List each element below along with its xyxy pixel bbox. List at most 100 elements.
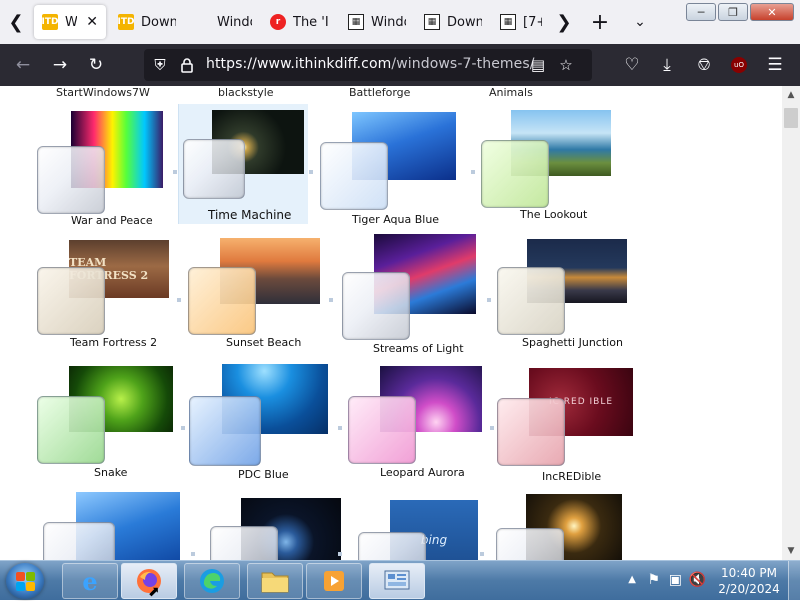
taskbar-edge[interactable] — [184, 563, 240, 599]
lock-icon[interactable] — [175, 53, 199, 77]
reader-view-icon[interactable]: ▤ — [526, 53, 550, 77]
theme-tile-sunset-beach[interactable]: Sunset Beach — [182, 234, 327, 356]
theme-label[interactable]: StartWindows7W — [56, 86, 150, 99]
tab-strip: ❮ ITD Wi ✕ ITD Down Windo r The 'I ▦ Win… — [0, 0, 800, 44]
theme-tile-row4-2[interactable] — [206, 496, 346, 560]
taskbar-firefox[interactable]: ⬈ — [121, 563, 177, 600]
tab-7plus[interactable]: ▦ [7+] \ — [492, 5, 550, 39]
show-hidden-icons-arrow-icon[interactable]: ▲ — [628, 574, 636, 585]
tab-download-2[interactable]: ▦ Down — [416, 5, 490, 39]
theme-tile-row4-3[interactable]: bing — [354, 496, 494, 560]
theme-tile-spaghetti-junction[interactable]: Spaghetti Junction — [492, 234, 637, 356]
pocket-icon[interactable]: ♡ — [619, 52, 645, 78]
glass-color-swatch — [210, 526, 278, 560]
tab-windows-7-themes[interactable]: ITD Wi ✕ — [34, 5, 106, 39]
shield-icon[interactable]: ⛨ — [148, 53, 172, 77]
list-all-tabs-icon[interactable]: ⌄ — [626, 0, 654, 44]
url-text[interactable]: https://www.ithinkdiff.com/windows-7-the… — [206, 56, 535, 72]
glass-color-swatch — [37, 267, 105, 335]
extensions-icon[interactable]: ⎊ — [691, 52, 717, 78]
scrollbar-thumb[interactable] — [784, 108, 798, 128]
bookmark-star-icon[interactable]: ☆ — [554, 53, 578, 77]
theme-label: Tiger Aqua Blue — [352, 213, 440, 226]
theme-label: Sunset Beach — [226, 336, 302, 349]
minimize-button[interactable]: ─ — [686, 3, 716, 21]
separator-dot — [329, 298, 333, 302]
page-content: StartWindows7W blackstyle Battleforge An… — [0, 86, 782, 560]
glass-color-swatch — [342, 272, 410, 340]
edge-icon — [197, 566, 227, 596]
theme-tile-war-and-peace[interactable]: War and Peace — [32, 104, 172, 228]
close-window-button[interactable]: ✕ — [750, 3, 794, 21]
theme-tile-snake[interactable]: Snake — [32, 360, 177, 482]
maximize-button[interactable]: ❐ — [718, 3, 748, 21]
glass-color-swatch — [183, 139, 245, 199]
itd-icon: ITD — [42, 14, 58, 30]
theme-tile-time-machine[interactable]: Time Machine — [178, 104, 308, 224]
separator-dot — [191, 552, 195, 556]
tab-windows-2[interactable]: ▦ Windo — [340, 5, 414, 39]
theme-label: IncREDible — [542, 470, 602, 483]
vertical-scrollbar[interactable]: ▲ ▼ — [782, 86, 800, 560]
separator-dot — [471, 170, 475, 174]
action-center-flag-icon[interactable]: ⚑ — [647, 572, 660, 588]
tab-title: Down — [447, 14, 482, 30]
red-circle-icon: r — [270, 14, 286, 30]
glass-color-swatch — [481, 140, 549, 208]
scroll-up-arrow-icon[interactable]: ▲ — [782, 86, 800, 104]
close-tab-icon[interactable]: ✕ — [86, 14, 98, 30]
glass-color-swatch — [37, 396, 105, 464]
scroll-tabs-right-icon[interactable]: ❯ — [550, 0, 578, 44]
folder-icon — [260, 566, 290, 596]
theme-tile-streams-of-light[interactable]: Streams of Light — [334, 232, 484, 358]
theme-tile-leopard-aurora[interactable]: Leopard Aurora — [344, 362, 489, 484]
theme-tile-pdc-blue[interactable]: PDC Blue — [186, 360, 336, 484]
tab-windows-1[interactable]: Windo — [186, 5, 260, 39]
theme-label[interactable]: Battleforge — [349, 86, 410, 99]
theme-tile-the-lookout[interactable]: The Lookout — [476, 104, 621, 224]
network-icon[interactable]: ▣ — [669, 572, 682, 588]
theme-label[interactable]: blackstyle — [218, 86, 274, 99]
forward-arrow-icon[interactable]: → — [47, 52, 73, 78]
media-player-icon — [319, 566, 349, 596]
theme-label[interactable]: Animals — [489, 86, 533, 99]
start-button[interactable] — [6, 563, 44, 599]
separator-dot — [338, 426, 342, 430]
theme-tile-team-fortress-2[interactable]: TEAM FORTRESS 2 Team Fortress 2 — [32, 234, 177, 356]
document-icon: ▦ — [348, 14, 364, 30]
theme-tile-row4-1[interactable] — [36, 490, 186, 560]
back-arrow-icon[interactable]: ← — [10, 52, 36, 78]
scroll-down-arrow-icon[interactable]: ▼ — [782, 542, 800, 560]
ublock-origin-icon[interactable]: uO — [731, 57, 747, 73]
theme-label: Streams of Light — [373, 342, 464, 355]
address-bar[interactable]: ⛨ https://www.ithinkdiff.com/windows-7-t… — [144, 49, 592, 81]
glass-color-swatch — [43, 522, 115, 560]
menu-hamburger-icon[interactable]: ☰ — [762, 52, 788, 78]
downloads-icon[interactable]: ⤓ — [654, 52, 680, 78]
theme-tile-incredible[interactable]: IC RED IBLE IncREDible — [494, 364, 639, 486]
new-tab-icon[interactable]: + — [586, 0, 614, 44]
taskbar-internet-explorer[interactable]: e — [62, 563, 118, 599]
taskbar-media-player[interactable] — [306, 563, 362, 599]
separator-dot — [181, 426, 185, 430]
volume-muted-icon[interactable]: 🔇 — [689, 572, 706, 588]
taskbar-file-explorer[interactable] — [247, 563, 303, 599]
window-controls: ─ ❐ ✕ — [686, 3, 794, 21]
taskbar-control-panel[interactable] — [369, 563, 425, 599]
clock-date: 2/20/2024 — [718, 582, 780, 596]
scroll-tabs-left-icon[interactable]: ❮ — [2, 0, 30, 44]
glass-color-swatch — [37, 146, 105, 214]
itd-icon: ITD — [118, 14, 134, 30]
theme-label: Snake — [94, 466, 128, 479]
tab-the-i[interactable]: r The 'I — [262, 5, 338, 39]
glass-color-swatch — [496, 528, 564, 560]
theme-tile-tiger-aqua-blue[interactable]: Tiger Aqua Blue — [314, 104, 464, 228]
navigation-toolbar: ← → ↻ ⛨ https://www.ithinkdiff.com/windo… — [0, 44, 800, 86]
show-desktop-button[interactable] — [788, 561, 800, 601]
tab-title: The 'I — [293, 14, 329, 30]
system-clock[interactable]: 10:40 PM 2/20/2024 — [706, 565, 792, 597]
theme-label: War and Peace — [71, 214, 153, 227]
reload-icon[interactable]: ↻ — [83, 52, 109, 78]
theme-tile-row4-4[interactable] — [492, 492, 632, 560]
tab-download-1[interactable]: ITD Down — [110, 5, 184, 39]
